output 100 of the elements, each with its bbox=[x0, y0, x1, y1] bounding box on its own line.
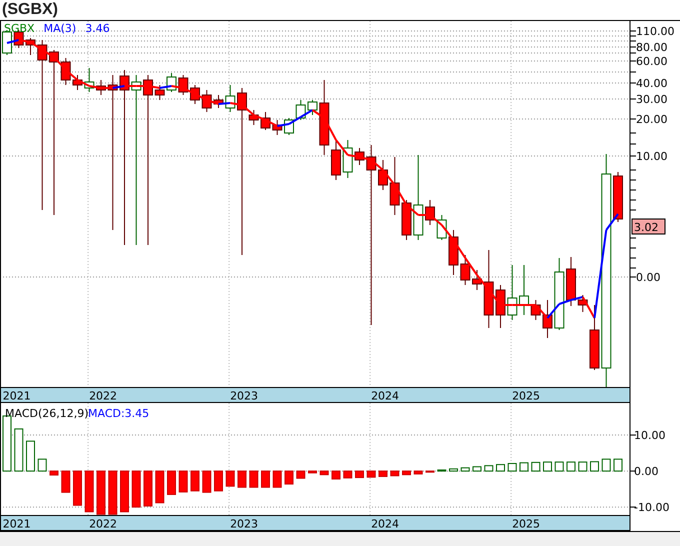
year-label: 2024 bbox=[371, 390, 400, 402]
histogram-bar bbox=[84, 470, 94, 512]
histogram-bar bbox=[178, 470, 188, 492]
candlestick bbox=[496, 284, 506, 328]
legend-label: SGBX bbox=[4, 22, 35, 35]
legend-label: MACD:3.45 bbox=[88, 407, 150, 420]
histogram-bar bbox=[296, 470, 306, 479]
histogram-bar bbox=[132, 470, 141, 508]
histogram-bar bbox=[614, 458, 622, 472]
year-label: 2021 bbox=[2, 518, 31, 530]
histogram-bar bbox=[543, 462, 552, 472]
axis-label: 10.00 bbox=[636, 150, 668, 163]
histogram-bar bbox=[308, 470, 317, 474]
histogram-bar bbox=[578, 462, 588, 472]
candlestick bbox=[178, 74, 188, 96]
candlestick bbox=[436, 214, 447, 240]
histogram-bar bbox=[378, 470, 388, 477]
candlestick bbox=[308, 100, 318, 116]
candlestick bbox=[448, 230, 458, 276]
histogram-bar bbox=[472, 466, 482, 472]
candlestick bbox=[354, 148, 364, 166]
histogram-bar bbox=[61, 470, 70, 493]
histogram-bar bbox=[249, 470, 258, 488]
axis-label: -10.00 bbox=[634, 501, 670, 514]
axis-label: 40.00 bbox=[636, 77, 668, 90]
histogram-bar bbox=[402, 470, 411, 476]
candlestick bbox=[225, 84, 236, 112]
candlestick bbox=[472, 270, 482, 290]
price-badge: 3.02 bbox=[632, 218, 666, 234]
axis-label: 0.00 bbox=[634, 465, 658, 478]
year-label: 2025 bbox=[512, 390, 540, 402]
candlestick bbox=[542, 300, 552, 338]
candlestick bbox=[331, 140, 341, 180]
histogram-bar bbox=[437, 469, 446, 472]
candlestick bbox=[26, 38, 36, 56]
histogram-bar bbox=[531, 462, 540, 472]
candlestick bbox=[96, 80, 106, 96]
histogram-bar bbox=[449, 468, 458, 472]
candlestick bbox=[578, 294, 588, 312]
candlestick bbox=[214, 94, 224, 108]
year-label: 2021 bbox=[2, 390, 31, 402]
year-label: 2024 bbox=[371, 518, 400, 530]
candlestick bbox=[590, 304, 600, 370]
chart-title: (SGBX) bbox=[1, 0, 59, 20]
candlestick bbox=[460, 254, 470, 286]
histogram-bar bbox=[590, 461, 599, 472]
histogram-bar bbox=[38, 458, 47, 472]
candlestick bbox=[530, 300, 541, 320]
histogram-bar bbox=[355, 470, 364, 478]
histogram-bar bbox=[602, 458, 611, 472]
candlestick bbox=[402, 200, 412, 240]
histogram-bar bbox=[484, 465, 494, 472]
candlestick bbox=[202, 90, 212, 112]
candlestick bbox=[296, 100, 306, 120]
histogram-bar bbox=[460, 467, 470, 472]
histogram-bar bbox=[50, 470, 58, 476]
legend-label: MACD(26,12,9) bbox=[5, 407, 89, 420]
axis-label: 10.00 bbox=[634, 429, 666, 442]
candlestick bbox=[60, 58, 71, 86]
candlestick bbox=[272, 120, 282, 136]
candlestick bbox=[425, 200, 435, 226]
histogram-bar bbox=[190, 470, 200, 492]
histogram-bar bbox=[261, 470, 270, 488]
histogram-bar bbox=[144, 470, 152, 506]
candlestick bbox=[154, 84, 165, 100]
histogram-bar bbox=[120, 470, 129, 512]
year-label: 2022 bbox=[89, 518, 118, 530]
histogram-bar bbox=[155, 470, 164, 504]
histogram-bar bbox=[167, 470, 176, 495]
histogram-bar bbox=[554, 462, 564, 472]
histogram-bar bbox=[332, 470, 340, 480]
histogram-bar bbox=[426, 470, 434, 473]
histogram-bar bbox=[414, 470, 423, 474]
candlestick bbox=[72, 74, 82, 90]
histogram-bar bbox=[496, 464, 505, 472]
histogram-bar bbox=[508, 463, 517, 472]
candlestick bbox=[566, 256, 576, 306]
histogram-bar bbox=[520, 462, 528, 472]
histogram-bar bbox=[284, 470, 294, 485]
candlestick bbox=[507, 264, 518, 320]
legend-label: MA(3) bbox=[44, 22, 76, 35]
year-label: 2022 bbox=[89, 390, 118, 402]
candlestick bbox=[260, 112, 270, 130]
axis-label: 110.00 bbox=[636, 25, 674, 38]
candlestick bbox=[613, 172, 623, 222]
candlestick bbox=[248, 110, 259, 126]
year-label: 2023 bbox=[230, 390, 258, 402]
year-label: 2023 bbox=[230, 518, 258, 530]
histogram-bar bbox=[96, 470, 106, 515]
histogram-bar bbox=[272, 470, 282, 488]
candlestick bbox=[166, 72, 176, 92]
histogram-bar bbox=[26, 440, 35, 472]
histogram-bar bbox=[108, 470, 118, 515]
axis-label: 30.00 bbox=[636, 93, 668, 106]
axis-label: 80.00 bbox=[636, 41, 668, 54]
candlestick bbox=[342, 140, 353, 178]
histogram-bar bbox=[226, 470, 235, 487]
histogram-bar bbox=[202, 470, 212, 493]
histogram-bar bbox=[320, 470, 329, 476]
histogram-bar bbox=[14, 428, 24, 472]
